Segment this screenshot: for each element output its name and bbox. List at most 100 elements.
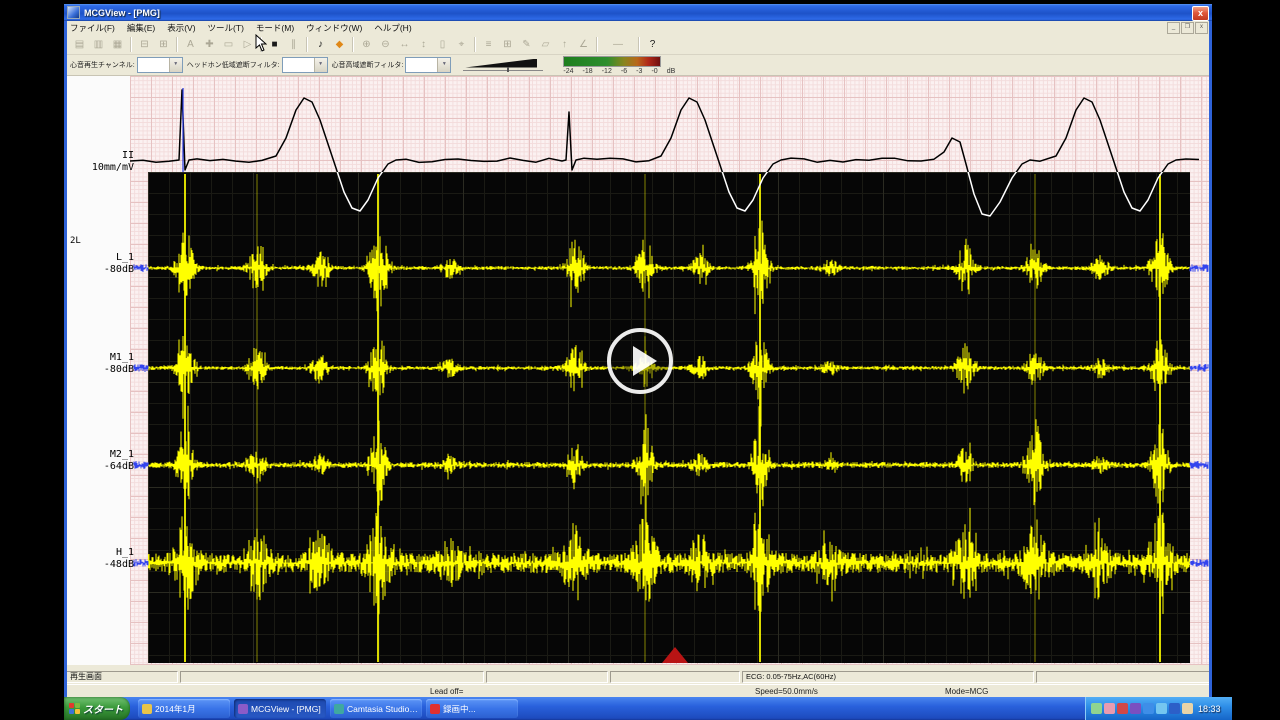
app-icon xyxy=(67,6,80,19)
play-icon xyxy=(633,346,657,376)
menu-item-5[interactable]: モード(M) xyxy=(250,22,300,34)
db-tick: -12 xyxy=(602,68,612,75)
stop-button[interactable]: ■ xyxy=(265,36,284,53)
channel-label-L1: L_1 -80dB xyxy=(70,252,134,276)
menu-item-7[interactable]: ヘルプ(H) xyxy=(368,22,417,34)
status-lead: Lead off= xyxy=(430,687,463,696)
channel-label-M2: M2_1 -64dB xyxy=(70,449,134,473)
taskbar: スタート 2014年1月 MCGView - [PMG] Camtasia Stud… xyxy=(64,697,1232,720)
app-window: MCGView - [PMG] x ファイル(F)編集(E)表示(V)ツール(T… xyxy=(64,4,1212,697)
tray-icon-1[interactable] xyxy=(1091,703,1102,714)
mcg-black-panel xyxy=(148,172,1190,663)
sound-highcut-filter-label: 心音高域遮断フィルタ: xyxy=(332,60,404,70)
status-bar-upper: 再生画面 ECG: 0.05-75Hz,AC(60Hz) xyxy=(64,670,1212,684)
tray-icon-4[interactable] xyxy=(1130,703,1141,714)
chevron-down-icon[interactable]: ▼ xyxy=(169,58,182,72)
chevron-down-icon[interactable]: ▼ xyxy=(437,58,450,72)
toolbar-separator xyxy=(176,37,178,52)
menu-item-3[interactable]: 表示(V) xyxy=(161,22,201,34)
sound-channel-label: 心音再生チャンネル: xyxy=(70,60,135,70)
volume-wedge-icon xyxy=(465,59,537,68)
print-preview-button[interactable]: ⊞ xyxy=(154,36,173,53)
sound-play-button[interactable]: ♪ xyxy=(311,36,330,53)
tray-icon-8[interactable] xyxy=(1182,703,1193,714)
help-button[interactable]: ? xyxy=(643,36,662,53)
menu-item-4[interactable]: ツール(T) xyxy=(202,22,250,34)
task-icon xyxy=(238,704,248,714)
windows-logo-icon xyxy=(69,703,80,714)
save-button[interactable]: ▦ xyxy=(108,36,127,53)
headphone-filter-combo[interactable]: ▼ xyxy=(282,57,328,73)
db-tick: -18 xyxy=(583,68,593,75)
db-scale: -24-18-12-6-3-0dB xyxy=(563,68,675,75)
pause-button[interactable]: ∥ xyxy=(284,36,303,53)
select-box-button[interactable]: ▯ xyxy=(433,36,452,53)
task-icon xyxy=(334,704,344,714)
tray-icon-6[interactable] xyxy=(1156,703,1167,714)
event-marker-button[interactable]: ◆ xyxy=(330,36,349,53)
task-icon xyxy=(142,704,152,714)
sound-highcut-filter-combo[interactable]: ▼ xyxy=(405,57,451,73)
start-button[interactable]: スタート xyxy=(64,697,130,720)
toolbar-separator xyxy=(596,37,598,52)
system-tray: 18:33 xyxy=(1085,697,1232,720)
text-button[interactable]: A xyxy=(181,36,200,53)
fit-width-button[interactable]: ↔ xyxy=(395,36,414,53)
taskbar-task-1[interactable]: 2014年1月 xyxy=(138,699,230,718)
mouse-cursor-icon xyxy=(255,34,267,52)
grid-button[interactable]: ⊞ xyxy=(498,36,517,53)
toolbar-separator xyxy=(352,37,354,52)
zoom-out-button[interactable]: ⊖ xyxy=(376,36,395,53)
tray-icon-3[interactable] xyxy=(1117,703,1128,714)
menu-item-2[interactable]: 編集(E) xyxy=(121,22,161,34)
tray-icon-2[interactable] xyxy=(1104,703,1115,714)
toolbar-separator xyxy=(474,37,476,52)
fit-height-button[interactable]: ↕ xyxy=(414,36,433,53)
task-label: MCGView - [PMG] xyxy=(251,704,321,714)
zoom-in-button[interactable]: ⊕ xyxy=(357,36,376,53)
annotate-button[interactable]: ✎ xyxy=(517,36,536,53)
new-button[interactable]: ▤ xyxy=(70,36,89,53)
close-button[interactable]: x xyxy=(1192,6,1209,21)
sound-channel-combo[interactable]: ▼ xyxy=(137,57,183,73)
list-button[interactable]: ≡ xyxy=(479,36,498,53)
video-play-button[interactable] xyxy=(607,328,673,394)
volume-slider[interactable] xyxy=(465,59,537,72)
db-tick: -24 xyxy=(563,68,573,75)
sound-toolbar: 心音再生チャンネル: ▼ ヘッドホン低域遮断フィルタ: ▼ 心音高域遮断フィルタ… xyxy=(64,55,1212,76)
chevron-down-icon[interactable]: ▼ xyxy=(314,58,327,72)
chart-area[interactable]: II 10mm/mV 2L L_1 -80dB M1_1 -80dB M2_1 … xyxy=(64,76,1212,670)
menu-item-1[interactable]: ファイル(F) xyxy=(64,22,121,34)
window-title: MCGView - [PMG] xyxy=(84,8,160,18)
tray-icon-5[interactable] xyxy=(1143,703,1154,714)
menu-bar: ファイル(F)編集(E)表示(V)ツール(T)モード(M)ウィンドウ(W)ヘルプ… xyxy=(64,21,1212,35)
taskbar-task-4[interactable]: 録画中... xyxy=(426,699,518,718)
mdi-close-button[interactable]: x xyxy=(1195,22,1208,34)
task-label: 録画中... xyxy=(443,703,476,715)
add-marker-button[interactable]: ✚ xyxy=(200,36,219,53)
mdi-minimize-button[interactable]: _ xyxy=(1167,22,1180,34)
mdi-restore-button[interactable]: ❐ xyxy=(1181,22,1194,34)
erase-button[interactable]: ▱ xyxy=(536,36,555,53)
ecg-lead-label: II 10mm/mV xyxy=(70,150,134,174)
headphone-filter-label: ヘッドホン低域遮断フィルタ: xyxy=(187,60,280,70)
task-label: 2014年1月 xyxy=(155,703,196,715)
ruler-button[interactable]: — xyxy=(601,36,635,53)
open-button[interactable]: ▥ xyxy=(89,36,108,53)
title-bar: MCGView - [PMG] x xyxy=(64,4,1212,21)
window-border-right xyxy=(1209,21,1212,697)
task-buttons: 2014年1月 MCGView - [PMG] Camtasia Studio - … xyxy=(138,699,518,718)
taskbar-task-2[interactable]: MCGView - [PMG] xyxy=(234,699,326,718)
tray-icon-7[interactable] xyxy=(1169,703,1180,714)
range-select-button[interactable]: ▭ xyxy=(219,36,238,53)
jump-button[interactable]: ↑ xyxy=(555,36,574,53)
toolbar-separator xyxy=(130,37,132,52)
toolbar-separator xyxy=(306,37,308,52)
target-button[interactable]: ⌖ xyxy=(452,36,471,53)
db-tick: -0 xyxy=(651,68,657,75)
menu-item-6[interactable]: ウィンドウ(W) xyxy=(300,22,368,34)
print-button[interactable]: ⊟ xyxy=(135,36,154,53)
angle-button[interactable]: ∠ xyxy=(574,36,593,53)
taskbar-task-3[interactable]: Camtasia Studio - 無... xyxy=(330,699,422,718)
volume-slider-handle[interactable] xyxy=(507,67,509,72)
